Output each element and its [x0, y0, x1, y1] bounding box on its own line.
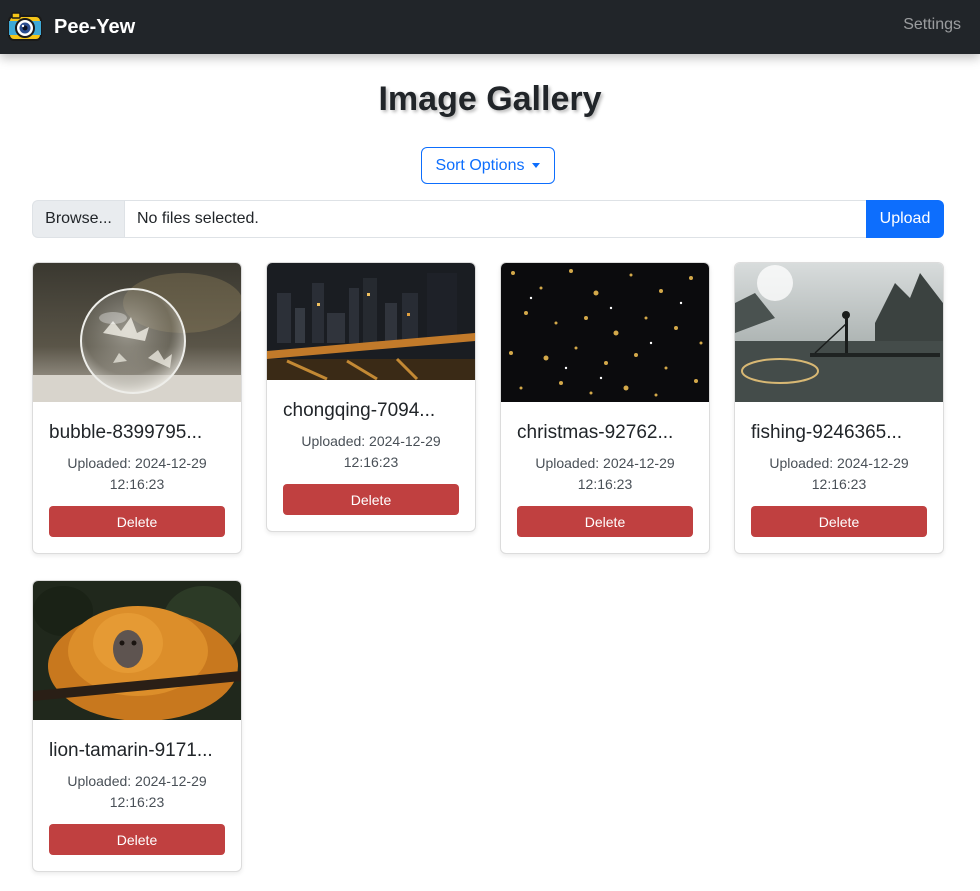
city-night-bridge-photo [267, 263, 475, 380]
delete-button[interactable]: Delete [283, 484, 459, 515]
upload-date: Uploaded: 2024-12-29 12:16:23 [67, 773, 207, 810]
image-filename: lion-tamarin-9171... [49, 740, 213, 761]
upload-date: Uploaded: 2024-12-29 12:16:23 [301, 433, 441, 470]
sort-options-dropdown[interactable]: Sort Options [421, 147, 555, 184]
brand-link[interactable]: Pee-Yew [8, 10, 135, 44]
file-input[interactable]: No files selected. [124, 200, 866, 238]
caret-down-icon [532, 163, 541, 168]
upload-form: Browse... No files selected. Upload [32, 200, 944, 238]
gallery-card: christmas-92762... Uploaded: 2024-12-29 … [500, 262, 710, 554]
browse-button[interactable]: Browse... [32, 200, 124, 238]
page-title: Image Gallery [378, 80, 602, 118]
sort-options-label: Sort Options [435, 156, 525, 174]
upload-date: Uploaded: 2024-12-29 12:16:23 [67, 455, 207, 492]
image-filename: fishing-9246365... [751, 422, 903, 443]
brand-name: Pee-Yew [54, 15, 136, 38]
upload-date: Uploaded: 2024-12-29 12:16:23 [535, 455, 675, 492]
image-filename: christmas-92762... [517, 422, 674, 443]
upload-date: Uploaded: 2024-12-29 12:16:23 [769, 455, 909, 492]
delete-button[interactable]: Delete [751, 506, 927, 537]
gallery-card: bubble-8399795... Uploaded: 2024-12-29 1… [32, 262, 242, 554]
gold-stars-photo [501, 263, 709, 402]
gallery-card: chongqing-7094... Uploaded: 2024-12-29 1… [266, 262, 476, 532]
golden-lion-tamarin-photo [33, 581, 241, 720]
gallery-card: fishing-9246365... Uploaded: 2024-12-29 … [734, 262, 944, 554]
delete-button[interactable]: Delete [49, 824, 225, 855]
gallery-card: lion-tamarin-9171... Uploaded: 2024-12-2… [32, 580, 242, 872]
delete-button[interactable]: Delete [49, 506, 225, 537]
image-filename: bubble-8399795... [49, 422, 203, 443]
upload-button[interactable]: Upload [866, 200, 944, 238]
delete-button[interactable]: Delete [517, 506, 693, 537]
frozen-bubble-photo [33, 263, 241, 402]
top-navbar: Pee-Yew Settings [0, 0, 980, 54]
fisherman-river-photo [735, 263, 943, 402]
camera-logo-icon [8, 12, 42, 41]
image-filename: chongqing-7094... [283, 400, 436, 421]
settings-link[interactable]: Settings [903, 16, 961, 34]
